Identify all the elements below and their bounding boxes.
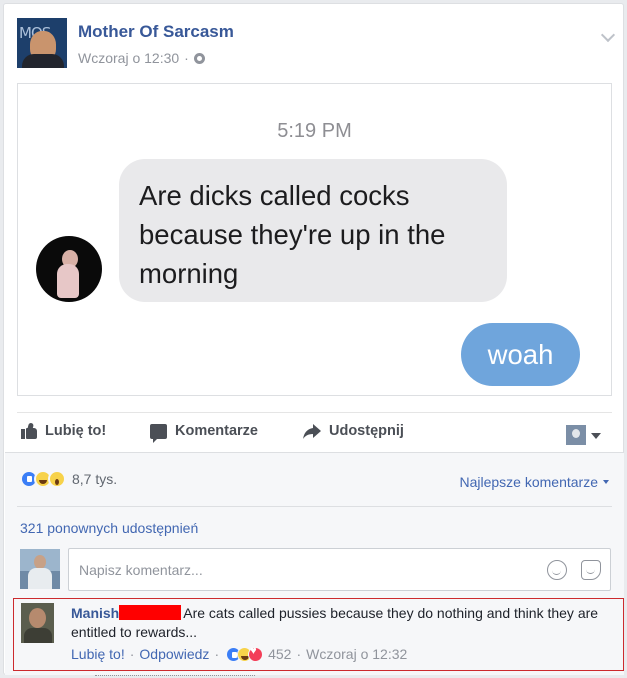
comment-sort-label: Najlepsze komentarze <box>459 474 598 490</box>
comment-composer <box>68 548 611 591</box>
reactions-summary[interactable]: 8,7 tys. <box>20 470 117 488</box>
post-card: MOS Mother Of Sarcasm Wczoraj o 12:30 · … <box>3 3 624 676</box>
caret-down-icon <box>603 480 609 484</box>
sender-avatar <box>36 236 102 302</box>
message-time: 5:19 PM <box>277 120 352 142</box>
page-name-link[interactable]: Mother Of Sarcasm <box>78 22 234 42</box>
commenter-name-link[interactable]: Manish <box>71 605 119 621</box>
love-reaction-icon <box>248 645 264 662</box>
comment-button-label: Komentarze <box>175 423 258 439</box>
globe-icon[interactable] <box>193 52 205 64</box>
sent-message-bubble: woah <box>461 323 580 386</box>
comments-panel: 8,7 tys. Najlepsze komentarze 321 ponown… <box>5 452 624 676</box>
post-timestamp[interactable]: Wczoraj o 12:30 <box>78 50 179 66</box>
commenter-avatar[interactable] <box>21 603 54 643</box>
comment-reaction-count: 452 <box>268 646 292 662</box>
post-action-bar: Lubię to! Komentarze Udostępnij <box>17 412 612 452</box>
received-message-bubble: Are dicks called cocks because they're u… <box>119 159 507 302</box>
share-button[interactable]: Udostępnij <box>303 423 404 439</box>
like-button[interactable]: Lubię to! <box>21 422 107 439</box>
emoji-icon[interactable] <box>547 560 567 580</box>
page-avatar[interactable]: MOS <box>17 18 67 68</box>
reaction-count: 8,7 tys. <box>72 471 118 487</box>
caret-down-icon[interactable] <box>591 433 601 439</box>
sticker-icon[interactable] <box>581 560 601 580</box>
comment-timestamp[interactable]: Wczoraj o 12:32 <box>306 646 407 662</box>
post-meta: Wczoraj o 12:30 · <box>78 50 205 66</box>
comment-reactions[interactable] <box>226 645 264 662</box>
post-image[interactable]: 5:19 PM Are dicks called cocks because t… <box>17 83 612 396</box>
shares-count-link[interactable]: 321 ponownych udostępnień <box>20 520 198 536</box>
comment-reply-link[interactable]: Odpowiedz <box>139 646 209 662</box>
comment-body: Manish Are cats called pussies because th… <box>71 604 601 642</box>
divider <box>17 506 612 507</box>
comment-bubble-icon <box>150 423 167 443</box>
redaction-bar <box>119 605 182 620</box>
wow-reaction-icon <box>48 470 66 488</box>
meta-separator: · <box>184 50 189 66</box>
post-header: MOS Mother Of Sarcasm Wczoraj o 12:30 · <box>17 18 623 70</box>
comment-sort-dropdown[interactable]: Najlepsze komentarze <box>459 474 609 490</box>
share-arrow-icon <box>303 423 321 439</box>
highlighted-comment: Manish Are cats called pussies because th… <box>13 598 624 671</box>
chevron-down-icon[interactable] <box>600 27 616 43</box>
share-button-label: Udostępnij <box>329 423 404 439</box>
comment-meta: Lubię to! · Odpowiedz · 452 · Wczoraj o … <box>71 645 407 663</box>
like-button-label: Lubię to! <box>45 423 107 439</box>
post-as-avatar[interactable] <box>566 425 586 445</box>
comment-input[interactable] <box>69 549 529 590</box>
comment-like-link[interactable]: Lubię to! <box>71 646 125 662</box>
user-avatar[interactable] <box>20 549 60 589</box>
comment-button[interactable]: Komentarze <box>150 423 258 443</box>
thumbs-up-icon <box>21 422 37 439</box>
